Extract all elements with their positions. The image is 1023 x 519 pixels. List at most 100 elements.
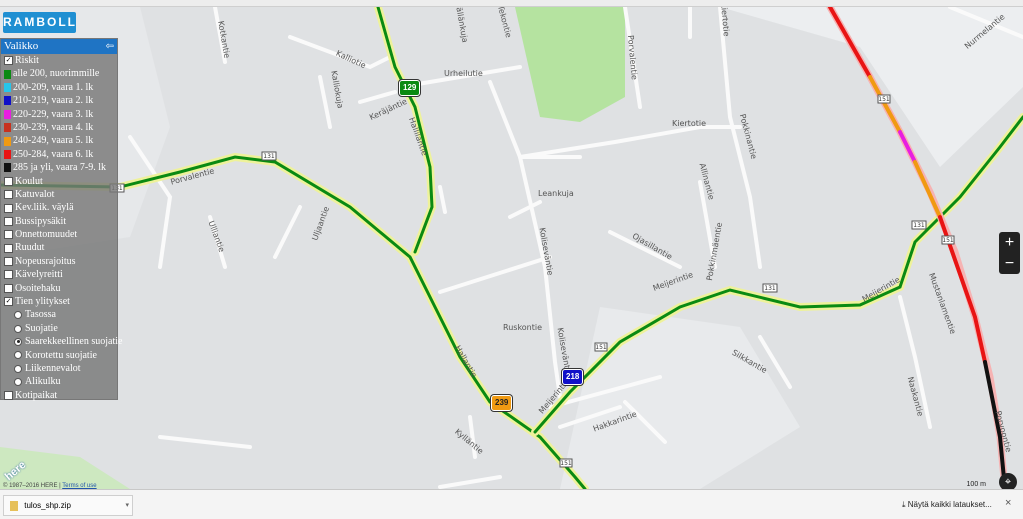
legend-swatch (4, 136, 11, 146)
layer-toggle[interactable]: ✓ Riskit (1, 54, 117, 67)
street-label: Ruskontie (503, 323, 543, 332)
menu-items: ✓ Riskit alle 200, nuorimmille 200-209, vaa… (1, 54, 122, 402)
layer-menu: Valikko ⇦ ✓ Riskit alle 200, nuorimmille 20… (0, 38, 122, 402)
radio-option[interactable]: Liikennevalot (1, 362, 117, 375)
download-item[interactable]: tulos_shp.zip ▾ (3, 495, 133, 516)
checkbox[interactable] (4, 270, 13, 280)
road-shields: 131 131 151 131 151 151 131 151 (109, 94, 955, 468)
menu-item-label: Katuvalot (15, 188, 55, 200)
checkbox[interactable]: ✓ (4, 297, 13, 307)
area-block (560, 307, 800, 489)
checkbox[interactable] (4, 190, 13, 200)
radio-option[interactable]: Saarekkeellinen suojatie (1, 335, 122, 348)
collapse-icon[interactable]: ⇦ (106, 39, 114, 54)
menu-item-label: Saarekkeellinen suojatie (25, 336, 123, 348)
menu-item-label: Onnettomuudet (15, 229, 78, 241)
radio-option[interactable]: Alikulku (1, 375, 117, 388)
layer-toggle[interactable]: Kev.liik. väylä (1, 201, 117, 214)
layer-toggle[interactable]: Osoitehaku (1, 282, 117, 295)
zoom-in-button[interactable]: + (999, 232, 1020, 253)
menu-item-label: Suojatie (25, 322, 58, 334)
map-canvas[interactable]: 131 131 151 131 151 151 131 151 Kotkanti… (0, 7, 1023, 489)
radio-button[interactable] (14, 337, 22, 346)
menu-item-label: Koulut (15, 175, 43, 187)
shield-label: 131 (263, 153, 275, 160)
menu-item-label: 210-219, vaara 2. lk (13, 95, 94, 107)
street-label: Kiertotie (672, 119, 706, 128)
radio-button[interactable] (14, 324, 22, 333)
radio-option[interactable]: Suojatie (1, 322, 117, 335)
scale-label: 100 m (966, 481, 986, 488)
radio-option[interactable]: Tasossa (1, 308, 117, 321)
street-label: Urheilutie (444, 69, 483, 78)
legend-swatch (4, 149, 11, 159)
road-number-badge[interactable]: 129 (399, 80, 421, 96)
locate-icon[interactable]: ⌖ (999, 473, 1017, 489)
show-all-downloads-link[interactable]: ⤓ Näytä kaikki lataukset... (902, 500, 992, 510)
menu-item-label: alle 200, nuorimmille (13, 68, 100, 80)
checkbox[interactable]: ✓ (4, 56, 13, 66)
menu-item-label: 200-209, vaara 1. lk (13, 81, 94, 93)
layer-toggle[interactable]: Ruudut (1, 241, 117, 254)
menu-item-label: 250-284, vaara 6. lk (13, 148, 94, 160)
layer-toggle[interactable]: Bussipysäkit (1, 215, 117, 228)
checkbox[interactable] (4, 176, 13, 186)
park-area (515, 7, 625, 122)
legend-item: 220-229, vaara 3. lk (1, 108, 117, 121)
shield-label: 131 (913, 222, 925, 229)
layer-toggle[interactable]: Onnettomuudet (1, 228, 117, 241)
radio-button[interactable] (14, 378, 22, 387)
road-number-badge[interactable]: 239 (491, 395, 513, 411)
scale-bar: 100 m (936, 481, 988, 489)
menu-item-label: Tasossa (25, 309, 56, 321)
menu-item-label: 240-249, vaara 5. lk (13, 135, 94, 147)
menu-item-label: 220-229, vaara 3. lk (13, 108, 94, 120)
checkbox[interactable] (4, 243, 13, 253)
shield-label: 151 (595, 344, 607, 351)
layer-toggle[interactable]: Nopeusrajoitus (1, 255, 117, 268)
checkbox[interactable] (4, 257, 13, 267)
layer-toggle[interactable]: Katuvalot (1, 188, 117, 201)
chevron-down-icon[interactable]: ▾ (125, 496, 129, 515)
menu-item-label: Korotettu suojatie (25, 349, 97, 361)
legend-swatch (4, 82, 11, 92)
legend-swatch (4, 123, 11, 133)
layer-toggle[interactable]: Kotipaikat (1, 389, 117, 402)
menu-item-label: Kotipaikat (15, 389, 58, 401)
shield-label: 131 (764, 285, 776, 292)
layer-toggle[interactable]: Koulut (1, 175, 117, 188)
legend-swatch (4, 163, 11, 173)
legend-item: 200-209, vaara 1. lk (1, 81, 117, 94)
checkbox[interactable] (4, 390, 13, 400)
radio-button[interactable] (14, 364, 22, 373)
menu-item-label: Liikennevalot (25, 362, 81, 374)
menu-item-label: Bussipysäkit (15, 215, 67, 227)
checkbox[interactable] (4, 230, 13, 240)
layer-toggle[interactable]: ✓ Tien ylitykset (1, 295, 117, 308)
legend-swatch (4, 69, 11, 79)
menu-item-label: 230-239, vaara 4. lk (13, 121, 94, 133)
checkbox[interactable] (4, 216, 13, 226)
street-label: Leankuja (538, 189, 574, 198)
zoom-out-button[interactable]: − (999, 253, 1020, 274)
zip-file-icon (10, 500, 18, 511)
download-bar: tulos_shp.zip ▾ ⤓ Näytä kaikki lataukset… (0, 489, 1023, 519)
radio-button[interactable] (14, 351, 22, 360)
radio-button[interactable] (14, 311, 22, 320)
legend-item: 285 ja yli, vaara 7-9. lk (1, 161, 117, 174)
shield-label: 151 (942, 237, 954, 244)
legend-item: 230-239, vaara 4. lk (1, 121, 117, 134)
menu-item-label: Ruudut (15, 242, 45, 254)
radio-option[interactable]: Korotettu suojatie (1, 349, 117, 362)
road-number-badge[interactable]: 218 (562, 369, 584, 385)
browser-top-bar (0, 0, 1023, 7)
menu-title: Valikko (4, 40, 39, 52)
menu-item-label: Kävelyreitti (15, 269, 63, 281)
legend-item: 250-284, vaara 6. lk (1, 148, 117, 161)
checkbox[interactable] (4, 283, 13, 293)
legend-item: alle 200, nuorimmille (1, 67, 117, 80)
checkbox[interactable] (4, 203, 13, 213)
close-icon[interactable]: × (1005, 497, 1011, 509)
menu-item-label: Kev.liik. väylä (15, 202, 74, 214)
layer-toggle[interactable]: Kävelyreitti (1, 268, 117, 281)
